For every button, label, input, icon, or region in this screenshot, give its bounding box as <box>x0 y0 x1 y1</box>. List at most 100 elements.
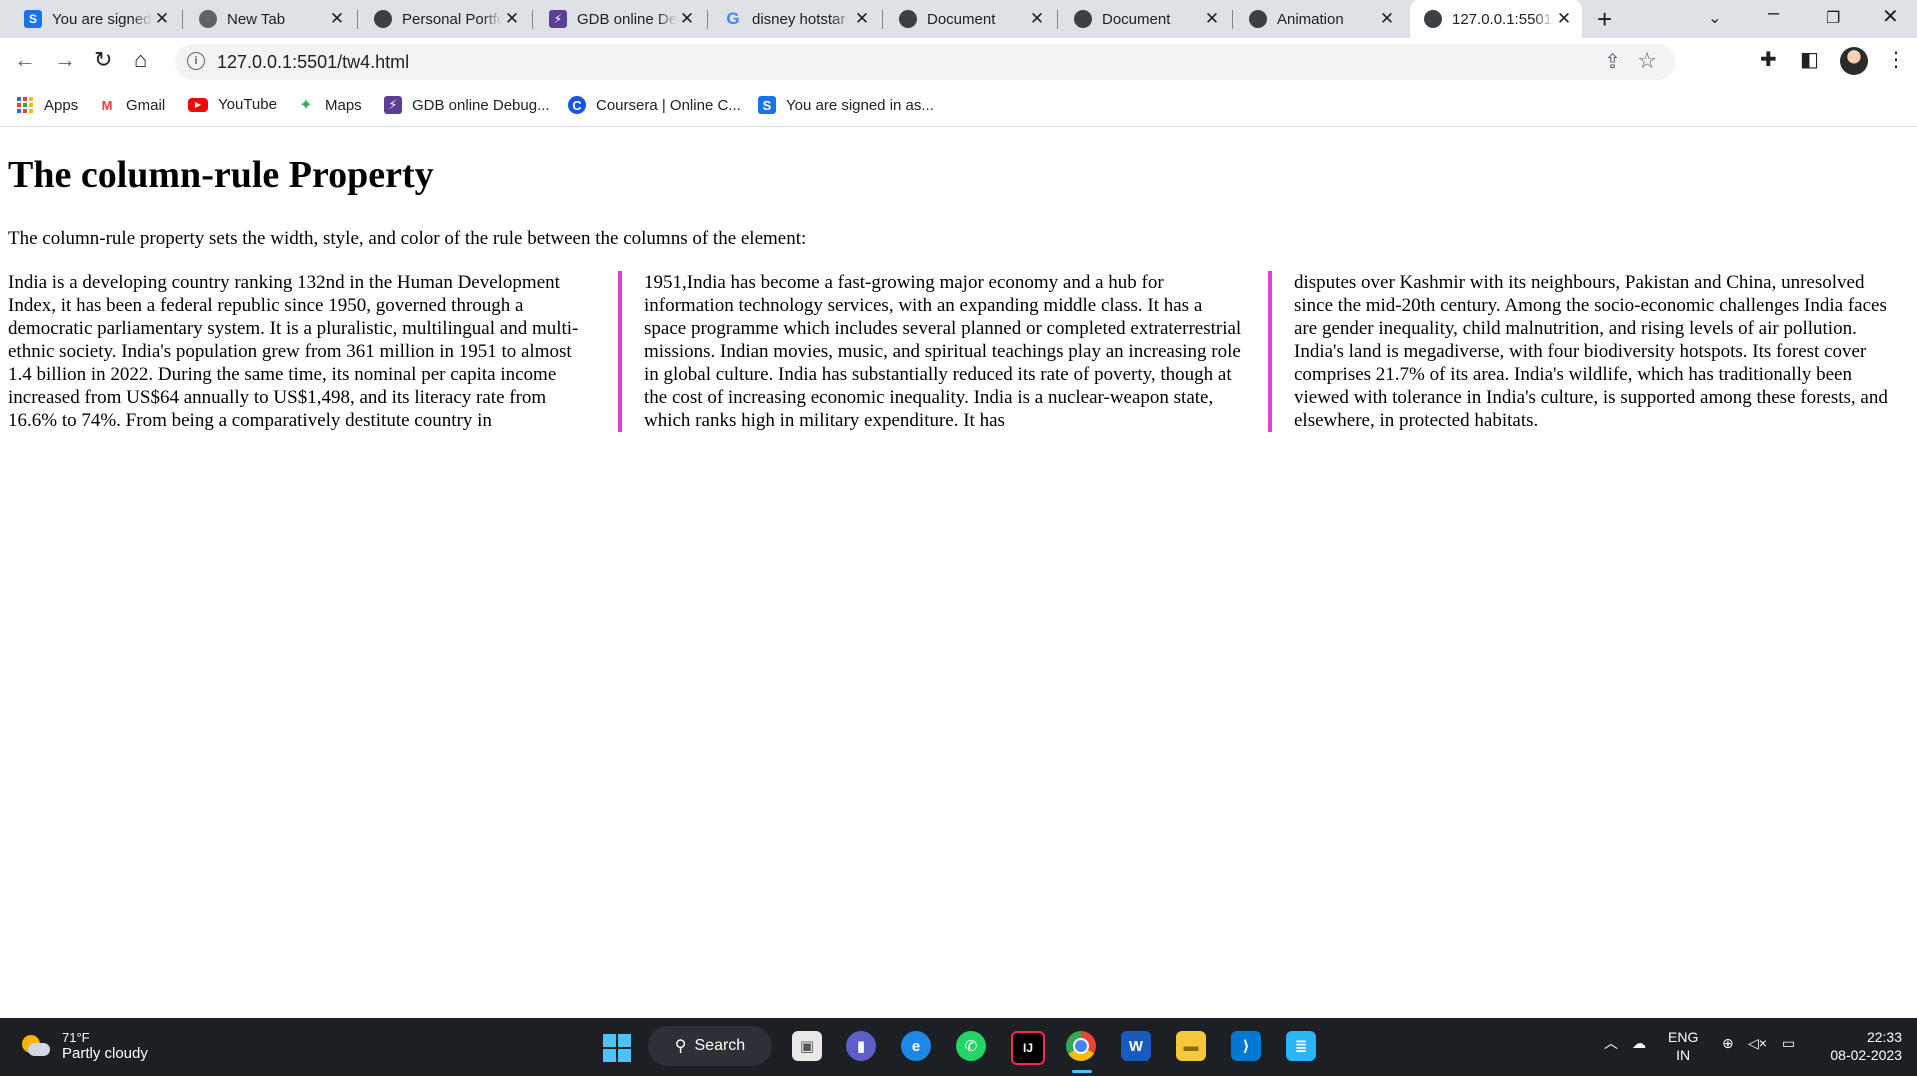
clock[interactable]: 22:33 08-02-2023 <box>1820 1028 1902 1064</box>
edge-icon[interactable]: e <box>901 1031 931 1061</box>
globe-icon <box>1424 10 1442 28</box>
bookmark-label: Apps <box>44 96 79 114</box>
bookmark-apps[interactable]: Apps <box>16 96 78 114</box>
close-icon[interactable]: ✕ <box>152 9 172 29</box>
volume-muted-icon[interactable]: ◁× <box>1748 1034 1767 1052</box>
minimize-icon[interactable]: – <box>1768 2 1779 25</box>
forward-icon[interactable]: → <box>54 47 76 73</box>
weather-widget[interactable]: 71°F Partly cloudy <box>20 1030 148 1062</box>
close-icon[interactable]: ✕ <box>1554 9 1574 29</box>
site-info-icon[interactable]: i <box>187 52 205 70</box>
gmail-icon: M <box>101 97 113 113</box>
file-explorer-icon[interactable]: ▬ <box>1176 1031 1206 1061</box>
tab-title: Animation <box>1277 10 1344 28</box>
tab-title: GDB online Debugger <box>577 10 677 28</box>
tab-you-are-signed-in[interactable]: S You are signed in as... ✕ <box>0 0 180 38</box>
tab-search-icon[interactable]: ⌄ <box>1708 8 1721 28</box>
bookmarks-bar: Apps M Gmail ▶ YouTube ✦ Maps ⚡ GDB onli… <box>0 86 1917 127</box>
region-code: IN <box>1676 1047 1691 1063</box>
bookmark-signed-in[interactable]: S You are signed in as... <box>758 96 934 114</box>
bookmark-label: Maps <box>325 96 362 114</box>
close-icon[interactable]: ✕ <box>1377 9 1397 29</box>
bookmark-label: GDB online Debug... <box>412 96 550 114</box>
chrome-taskbar-icon[interactable] <box>1066 1031 1096 1061</box>
globe-icon <box>374 10 392 28</box>
youtube-icon: ▶ <box>188 97 208 112</box>
close-icon[interactable]: ✕ <box>1202 9 1222 29</box>
bookmark-label: YouTube <box>218 96 277 113</box>
teams-chat-icon[interactable]: ▮ <box>846 1031 876 1061</box>
close-icon[interactable]: ✕ <box>852 9 872 29</box>
show-hidden-icons[interactable]: ︿ <box>1604 1034 1618 1052</box>
bookmark-youtube[interactable]: ▶ YouTube <box>188 96 277 113</box>
tab-document-2[interactable]: Document ✕ <box>1050 0 1230 38</box>
coursera-icon: C <box>568 96 586 114</box>
bookmark-label: Coursera | Online C... <box>596 96 741 114</box>
bookmark-label: You are signed in as... <box>786 96 934 114</box>
onedrive-icon[interactable]: ☁ <box>1632 1034 1646 1052</box>
language-indicator[interactable]: ENG IN <box>1668 1028 1698 1064</box>
tab-disney-hotstar[interactable]: G disney hotstar ✕ <box>700 0 880 38</box>
page-content: The column-rule Property The column-rule… <box>0 127 1917 1018</box>
back-icon[interactable]: ← <box>14 47 36 73</box>
weather-temperature: 71°F <box>62 1030 90 1045</box>
clock-date: 08-02-2023 <box>1830 1047 1902 1063</box>
avatar[interactable] <box>1840 47 1868 75</box>
clock-time: 22:33 <box>1866 1029 1902 1045</box>
close-icon[interactable]: ✕ <box>1027 9 1047 29</box>
intro-paragraph: The column-rule property sets the width,… <box>8 228 807 249</box>
notepad-icon[interactable]: ≣ <box>1286 1031 1316 1061</box>
menu-dots-icon[interactable]: ⋮ <box>1886 47 1906 72</box>
start-icon[interactable] <box>603 1034 631 1062</box>
tab-personal-portfolio[interactable]: Personal Portfolio ✕ <box>350 0 530 38</box>
tab-new-tab[interactable]: New Tab ✕ <box>175 0 355 38</box>
extensions-icon[interactable]: ✚ <box>1760 47 1777 72</box>
share-icon[interactable]: ⇪ <box>1604 49 1621 74</box>
tab-title: You are signed in as... <box>52 10 152 28</box>
new-tab-button[interactable]: + <box>1597 4 1612 35</box>
gdb-icon: ⚡ <box>549 10 567 28</box>
battery-icon[interactable]: ▭ <box>1782 1034 1795 1052</box>
network-icon[interactable]: ⊕ <box>1722 1034 1734 1052</box>
side-panel-icon[interactable]: ◧ <box>1800 47 1819 72</box>
close-icon[interactable]: ✕ <box>327 9 347 29</box>
chrome-icon <box>199 10 217 28</box>
tab-title: New Tab <box>227 10 286 28</box>
intellij-icon[interactable]: IJ <box>1011 1031 1045 1065</box>
bookmark-maps[interactable]: ✦ Maps <box>297 96 362 115</box>
tab-title: Document <box>1102 10 1171 28</box>
tab-title: Document <box>927 10 996 28</box>
partly-cloudy-icon <box>20 1033 50 1059</box>
maps-icon: ✦ <box>299 97 313 114</box>
close-icon[interactable]: ✕ <box>677 9 697 29</box>
taskbar-search-label: Search <box>694 1037 746 1054</box>
tab-gdb-online[interactable]: ⚡ GDB online Debugger ✕ <box>525 0 705 38</box>
tab-animation[interactable]: Animation ✕ <box>1225 0 1405 38</box>
restore-icon[interactable]: ❐ <box>1826 8 1840 28</box>
vscode-icon[interactable]: ⟩ <box>1231 1031 1261 1061</box>
bookmark-coursera[interactable]: C Coursera | Online C... <box>568 96 741 114</box>
tab-active-localhost[interactable]: 127.0.0.1:5501/tw4.html ✕ <box>1410 0 1582 38</box>
bookmark-star-icon[interactable]: ☆ <box>1637 48 1657 74</box>
taskbar-search-button[interactable]: ⚲ Search <box>648 1026 772 1066</box>
url-text[interactable]: 127.0.0.1:5501/tw4.html <box>217 52 409 73</box>
home-icon[interactable]: ⌂ <box>134 47 147 73</box>
reload-icon[interactable]: ↻ <box>94 47 112 73</box>
active-app-indicator <box>1072 1070 1092 1073</box>
text-column-3: disputes over Kashmir with its neighbour… <box>1268 271 1908 432</box>
globe-icon <box>1249 10 1267 28</box>
close-icon[interactable]: ✕ <box>502 9 522 29</box>
s-icon: S <box>24 10 42 28</box>
word-icon[interactable]: W <box>1121 1031 1151 1061</box>
bookmark-gmail[interactable]: M Gmail <box>98 96 166 114</box>
bookmark-gdb[interactable]: ⚡ GDB online Debug... <box>384 96 550 114</box>
task-view-icon[interactable]: ▣ <box>792 1031 822 1061</box>
globe-icon <box>899 10 917 28</box>
tab-document-1[interactable]: Document ✕ <box>875 0 1055 38</box>
whatsapp-icon[interactable]: ✆ <box>956 1031 986 1061</box>
window-close-icon[interactable]: ✕ <box>1882 4 1899 29</box>
address-bar[interactable]: i 127.0.0.1:5501/tw4.html ⇪ ☆ <box>175 44 1675 80</box>
multi-column-text: India is a developing country ranking 13… <box>8 271 1908 432</box>
page-title: The column-rule Property <box>8 154 434 196</box>
tab-title: disney hotstar <box>752 10 846 28</box>
